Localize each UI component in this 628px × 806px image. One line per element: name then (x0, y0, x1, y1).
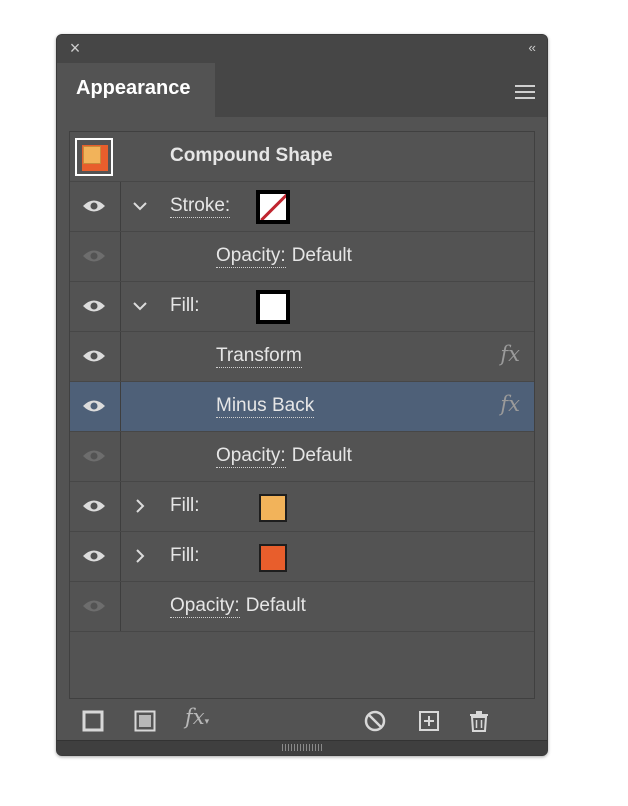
list-item-fill-opacity[interactable]: Opacity: Default (70, 432, 534, 482)
visibility-cell (70, 232, 121, 281)
list-item-stroke-opacity[interactable]: Opacity: Default (70, 232, 534, 282)
fill-label: Fill: (170, 545, 200, 566)
fill-swatch-orange[interactable] (259, 544, 287, 572)
visibility-cell (70, 182, 121, 231)
chevron-right-icon[interactable] (132, 494, 148, 518)
visibility-cell (70, 482, 121, 531)
eye-icon[interactable] (82, 548, 106, 564)
fill-label: Fill: (170, 495, 200, 516)
visibility-cell (70, 582, 121, 631)
chevron-right-icon[interactable] (132, 544, 148, 568)
eye-icon[interactable] (82, 348, 106, 364)
opacity-label-text[interactable]: Opacity: (170, 595, 240, 618)
object-type-label: Compound Shape (170, 145, 333, 166)
fx-icon: fx (500, 392, 520, 416)
object-thumbnail (75, 138, 113, 176)
appearance-list: Compound Shape Stroke: Opacity:Default (69, 131, 535, 699)
collapse-panel-icon[interactable]: ‹‹ (528, 41, 536, 55)
opacity-value: Default (291, 245, 352, 266)
clear-appearance-icon[interactable] (363, 709, 387, 733)
visibility-cell (70, 332, 121, 381)
add-new-effect-icon[interactable]: fx▾ (185, 705, 217, 729)
tab-label: Appearance (76, 77, 191, 99)
opacity-label[interactable]: Opacity: Default (170, 594, 306, 618)
eye-icon[interactable] (82, 598, 106, 614)
list-header-compound-shape[interactable]: Compound Shape (70, 132, 534, 182)
fill-swatch-white[interactable] (256, 290, 290, 324)
effect-label[interactable]: Minus Back (216, 394, 315, 418)
list-item-fill-orange[interactable]: Fill: (70, 532, 534, 582)
effect-label-text[interactable]: Transform (216, 345, 302, 368)
appearance-panel: × ‹‹ Appearance Compound Shape Stroke: O… (56, 34, 548, 756)
fx-icon: fx (500, 342, 520, 366)
add-new-stroke-icon[interactable] (81, 709, 105, 733)
fill-label: Fill: (170, 295, 200, 316)
panel-menu-icon[interactable] (515, 85, 535, 99)
list-item-minus-back[interactable]: Minus Back fx (70, 382, 534, 432)
opacity-value: Default (245, 595, 306, 616)
opacity-label[interactable]: Opacity: Default (216, 244, 352, 268)
fill-swatch-yellow[interactable] (259, 494, 287, 522)
eye-icon[interactable] (82, 398, 106, 414)
eye-icon[interactable] (82, 498, 106, 514)
fx-label: fx (185, 705, 205, 729)
eye-icon[interactable] (82, 198, 106, 214)
eye-icon[interactable] (82, 298, 106, 314)
opacity-value: Default (291, 445, 352, 466)
panel-title-bar: × ‹‹ (57, 35, 547, 63)
visibility-cell (70, 282, 121, 331)
list-item-fill-white[interactable]: Fill: (70, 282, 534, 332)
opacity-label-text[interactable]: Opacity: (216, 445, 286, 468)
duplicate-item-icon[interactable] (417, 709, 441, 733)
close-icon[interactable]: × (65, 38, 85, 58)
add-new-fill-icon[interactable] (133, 709, 157, 733)
visibility-cell (70, 382, 121, 431)
eye-icon[interactable] (82, 448, 106, 464)
chevron-down-icon[interactable] (132, 294, 148, 318)
visibility-cell (70, 532, 121, 581)
opacity-label[interactable]: Opacity: Default (216, 444, 352, 468)
resize-grip[interactable] (57, 740, 547, 755)
stroke-label-text[interactable]: Stroke: (170, 195, 231, 218)
tab-appearance[interactable]: Appearance (57, 63, 215, 117)
stroke-label[interactable]: Stroke: (170, 194, 231, 218)
grip-lines (282, 744, 322, 751)
delete-item-icon[interactable] (467, 709, 491, 733)
opacity-label-text[interactable]: Opacity: (216, 245, 286, 268)
panel-toolbar: fx▾ (57, 703, 547, 739)
tab-row: Appearance (57, 63, 547, 117)
list-item-fill-yellow[interactable]: Fill: (70, 482, 534, 532)
visibility-cell (70, 432, 121, 481)
list-item-stroke[interactable]: Stroke: (70, 182, 534, 232)
stroke-swatch-none[interactable] (256, 190, 290, 224)
effect-label[interactable]: Transform (216, 344, 302, 368)
effect-label-text[interactable]: Minus Back (216, 395, 315, 418)
eye-icon[interactable] (82, 248, 106, 264)
list-item-transform[interactable]: Transform fx (70, 332, 534, 382)
chevron-down-icon[interactable] (132, 194, 148, 218)
list-item-object-opacity[interactable]: Opacity: Default (70, 582, 534, 632)
